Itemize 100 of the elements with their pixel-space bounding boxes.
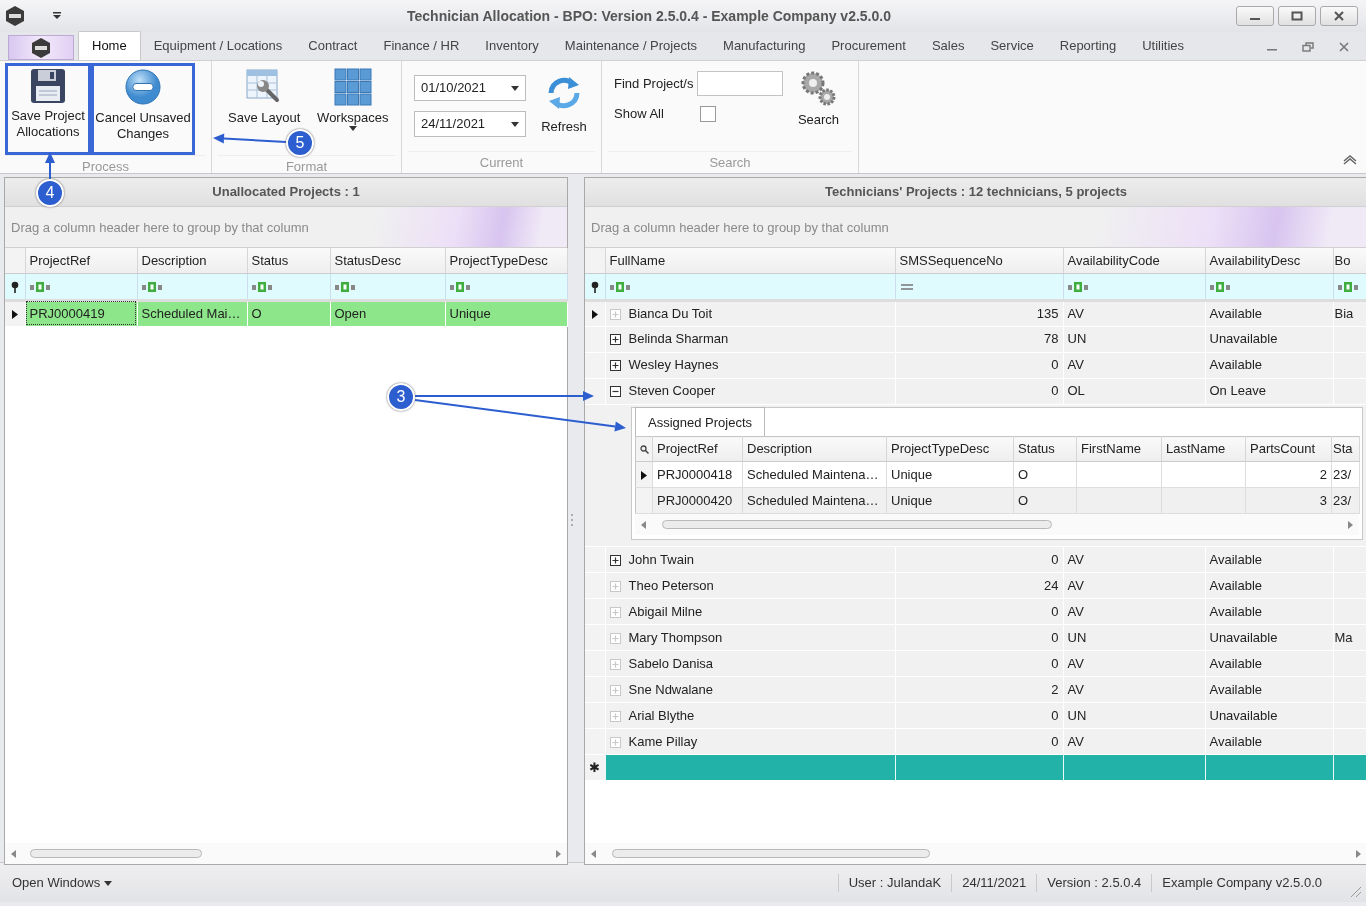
filter-text-icon	[1337, 280, 1358, 293]
table-cell: 0	[895, 378, 1063, 404]
search-field[interactable]	[697, 71, 784, 96]
table-cell: AV	[1063, 572, 1205, 599]
checkbox[interactable]	[700, 105, 716, 122]
status-text: Example Company v2.5.0.0	[1151, 873, 1332, 892]
technician-name: Abigail Milne	[628, 603, 703, 619]
table-cell: 0	[895, 702, 1063, 729]
ribbon-tab[interactable]: Sales	[918, 31, 978, 60]
expand-icon[interactable]	[609, 360, 621, 372]
table-cell: AV	[1063, 352, 1205, 378]
expand-icon[interactable]	[609, 554, 621, 566]
table-cell: 78	[895, 326, 1063, 352]
table-cell: O	[247, 300, 330, 326]
minimize-button[interactable]	[1236, 6, 1274, 26]
table-cell: Available	[1205, 728, 1333, 755]
technician-name: Steven Cooper	[628, 383, 716, 399]
horizontal-scrollbar[interactable]	[5, 843, 567, 864]
technician-name: Mary Thompson	[628, 629, 723, 645]
column-header[interactable]: SMSSequenceNo	[895, 248, 1063, 273]
save-button[interactable]: Save Project Allocations	[5, 63, 91, 155]
ribbon-tab[interactable]: Service	[977, 31, 1047, 60]
expand-icon[interactable]	[609, 334, 621, 346]
horizontal-scrollbar[interactable]	[635, 514, 1359, 535]
ribbon-tab[interactable]: Inventory	[472, 31, 552, 60]
field-label: Find Project/s	[614, 74, 694, 93]
table-cell: 2	[895, 676, 1063, 703]
column-header[interactable]: ProjectTypeDesc	[445, 248, 567, 273]
close-button[interactable]	[1320, 6, 1358, 26]
column-header[interactable]: Status	[1013, 436, 1077, 462]
scroll-right-icon[interactable]	[556, 849, 561, 858]
caret-icon	[103, 880, 112, 886]
detail-tab[interactable]: Assigned Projects	[635, 406, 766, 436]
ribbon-tab[interactable]: Maintenance / Projects	[551, 31, 711, 60]
column-header[interactable]: Description	[742, 436, 887, 462]
scroll-left-icon[interactable]	[591, 849, 596, 858]
scroll-right-icon[interactable]	[1356, 849, 1361, 858]
technician-name: Sabelo Danisa	[628, 655, 714, 671]
collapse-ribbon-icon[interactable]	[1342, 153, 1358, 165]
column-header[interactable]: Description	[137, 248, 247, 273]
resize-grip-icon[interactable]	[1348, 884, 1362, 898]
ribbon-tab[interactable]: Utilities	[1129, 31, 1198, 60]
search-button[interactable]: Search	[791, 65, 846, 133]
group-by-panel: Drag a column header here to group by that column	[585, 207, 1366, 248]
table-cell: UN	[1063, 326, 1205, 352]
horizontal-scrollbar[interactable]	[585, 843, 1366, 864]
table-cell: 135	[895, 300, 1063, 326]
technician-name: Theo Peterson	[628, 577, 714, 593]
column-header[interactable]: FirstName	[1076, 436, 1162, 462]
dropdown-arrow-icon[interactable]	[52, 12, 62, 20]
status-text: 24/11/2021	[951, 873, 1037, 892]
ribbon-tab[interactable]: Home	[78, 30, 141, 60]
table-cell: Available	[1205, 300, 1333, 326]
scroll-left-icon[interactable]	[11, 849, 16, 858]
table-cell: AV	[1063, 300, 1205, 326]
app-logo-icon[interactable]	[4, 5, 26, 27]
ribbon-tab[interactable]: Reporting	[1046, 31, 1130, 60]
row-indicator[interactable]	[635, 461, 653, 488]
column-header[interactable]: Bo	[1333, 248, 1366, 273]
minus-circle-icon	[124, 68, 162, 106]
ribbon-tab[interactable]: Contract	[295, 31, 371, 60]
splitter-grip-icon[interactable]	[570, 512, 574, 527]
collapse-icon[interactable]	[609, 386, 621, 398]
pin-icon	[10, 280, 19, 293]
table-cell: 0	[895, 546, 1063, 573]
scroll-right-icon[interactable]	[1347, 520, 1353, 529]
date-field[interactable]: 24/11/2021	[414, 111, 526, 137]
restore-icon[interactable]	[1302, 42, 1314, 52]
refresh-button[interactable]: Refresh	[536, 70, 592, 142]
dropdown-arrow-icon	[511, 121, 519, 127]
application-menu-button[interactable]	[8, 35, 74, 60]
column-header[interactable]: AvailabilityCode	[1063, 248, 1205, 273]
column-header[interactable]: Status	[247, 248, 330, 273]
checkbox-label: Show All	[614, 105, 665, 123]
column-header[interactable]: StatusDesc	[330, 248, 445, 273]
column-header[interactable]: ProjectRef	[652, 436, 743, 462]
close-icon[interactable]	[1338, 42, 1350, 52]
column-header[interactable]: AvailabilityDesc	[1205, 248, 1333, 273]
open-windows-button[interactable]: Open Windows	[0, 870, 124, 895]
cancel-button[interactable]: Cancel Unsaved Changes	[91, 63, 195, 155]
column-header[interactable]: FullName	[605, 248, 895, 273]
table-cell: 0	[895, 650, 1063, 677]
maximize-button[interactable]	[1278, 6, 1316, 26]
ribbon-tab[interactable]: Equipment / Locations	[140, 31, 296, 60]
date-field[interactable]: 01/10/2021	[414, 75, 526, 101]
filter-text-icon	[1067, 280, 1088, 293]
ribbon-tab[interactable]: Finance / HR	[370, 31, 473, 60]
column-header[interactable]: ProjectTypeDesc	[886, 436, 1014, 462]
ribbon-tab[interactable]: Manufacturing	[710, 31, 819, 60]
column-header[interactable]: ProjectRef	[25, 248, 137, 273]
scroll-left-icon[interactable]	[641, 520, 646, 529]
search-icon[interactable]	[639, 445, 649, 455]
column-header[interactable]: Sta	[1331, 436, 1360, 462]
ribbon-tab[interactable]: Procurement	[818, 31, 919, 60]
table-cell: Unique	[445, 300, 567, 326]
column-header[interactable]: LastName	[1161, 436, 1246, 462]
table-cell: On Leave	[1205, 378, 1333, 404]
group-label: Current	[408, 151, 595, 173]
column-header[interactable]: PartsCount	[1245, 436, 1332, 462]
filter-text-icon	[141, 280, 162, 293]
